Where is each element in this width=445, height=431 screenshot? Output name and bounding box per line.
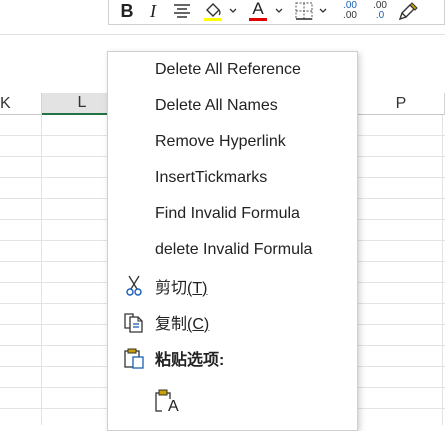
- decrease-decimal-bottom: .0: [375, 10, 385, 21]
- menu-item-delete-invalid-formula[interactable]: delete Invalid Formula: [108, 232, 357, 268]
- fill-bucket-icon: [204, 3, 222, 21]
- fill-color-dropdown[interactable]: [227, 0, 239, 22]
- menu-item-label: delete Invalid Formula: [155, 241, 313, 258]
- menu-item-remove-hyperlink[interactable]: Remove Hyperlink: [108, 124, 357, 160]
- copy-shortcut: (C): [187, 316, 210, 333]
- font-color-glyph: A: [252, 0, 264, 18]
- copy-icon: [122, 310, 146, 334]
- cut-shortcut-key: T: [192, 280, 203, 297]
- menu-item-cut[interactable]: 剪切(T): [108, 268, 357, 304]
- column-header-k[interactable]: K: [0, 93, 42, 115]
- paste-keep-text-only-button[interactable]: A: [108, 382, 357, 422]
- clipboard-icon: [122, 346, 146, 370]
- menu-item-label: Delete All Names: [155, 97, 278, 114]
- menu-item-label: InsertTickmarks: [155, 169, 268, 186]
- format-painter-button[interactable]: [397, 0, 421, 22]
- menu-item-delete-all-names[interactable]: Delete All Names: [108, 88, 357, 124]
- menu-item-label: 复制(C): [155, 310, 209, 334]
- increase-decimal-button[interactable]: .00 .00: [337, 0, 363, 22]
- menu-item-label: Remove Hyperlink: [155, 133, 286, 150]
- align-center-icon: [174, 4, 190, 18]
- grid-line: [442, 115, 443, 425]
- menu-item-label: Delete All Reference: [155, 61, 301, 78]
- cut-shortcut: (T): [187, 280, 208, 297]
- font-color-button[interactable]: A: [247, 0, 269, 22]
- borders-dropdown[interactable]: [317, 0, 329, 22]
- align-center-button[interactable]: [171, 0, 193, 22]
- italic-button[interactable]: I: [145, 0, 161, 22]
- ribbon-divider: [0, 34, 445, 35]
- decrease-decimal-button[interactable]: .00 .0: [367, 0, 393, 22]
- paste-text-only-icon: A: [154, 389, 179, 415]
- menu-item-delete-all-reference[interactable]: Delete All Reference: [108, 52, 357, 88]
- paste-text-only-glyph: A: [168, 398, 179, 415]
- font-color-dropdown[interactable]: [273, 0, 285, 22]
- font-color-swatch: [249, 18, 267, 21]
- menu-item-find-invalid-formula[interactable]: Find Invalid Formula: [108, 196, 357, 232]
- grid-line: [41, 115, 42, 425]
- chevron-down-icon: [275, 8, 283, 13]
- bold-button[interactable]: B: [117, 0, 137, 22]
- increase-decimal-bottom: .00: [343, 10, 357, 21]
- format-painter-icon: [399, 2, 418, 21]
- scissors-icon: [122, 274, 146, 298]
- chevron-down-icon: [319, 8, 327, 13]
- column-header-p[interactable]: P: [358, 93, 445, 115]
- fill-color-button[interactable]: [201, 0, 225, 22]
- cut-label: 剪切: [155, 280, 188, 297]
- mini-toolbar: B I A .00 .00 .00 .0: [108, 0, 445, 25]
- borders-button[interactable]: [293, 0, 315, 22]
- copy-label: 复制: [155, 316, 188, 333]
- paste-options-label: 粘贴选项:: [155, 352, 225, 369]
- copy-shortcut-key: C: [192, 316, 204, 333]
- menu-item-label: 剪切(T): [155, 274, 207, 298]
- menu-item-label: Find Invalid Formula: [155, 205, 300, 222]
- chevron-down-icon: [229, 8, 237, 13]
- borders-icon: [295, 2, 313, 20]
- menu-item-paste-options: 粘贴选项:: [108, 340, 357, 376]
- menu-item-copy[interactable]: 复制(C): [108, 304, 357, 340]
- menu-item-insert-tickmarks[interactable]: InsertTickmarks: [108, 160, 357, 196]
- context-menu: Delete All Reference Delete All Names Re…: [107, 51, 358, 431]
